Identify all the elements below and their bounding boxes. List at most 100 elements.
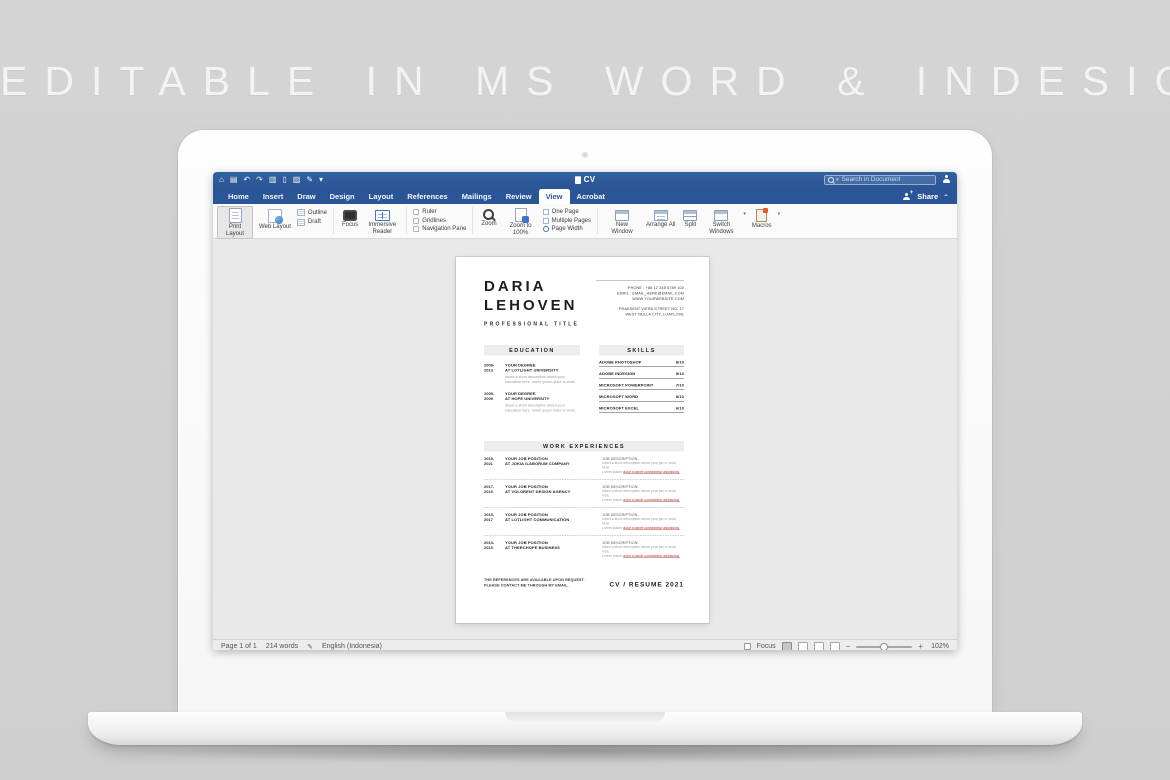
cv-page[interactable]: DARIA LEHOVEN PROFESSIONAL TITLE PHONE :… — [456, 257, 709, 623]
print-icon[interactable]: ▥ — [269, 176, 277, 184]
checkbox-icon — [413, 218, 419, 224]
ruler-checkbox[interactable]: Ruler — [413, 209, 466, 215]
tab-design[interactable]: Design — [323, 189, 362, 204]
ribbon-separator — [472, 207, 473, 234]
redo-icon[interactable]: ↷ — [256, 176, 263, 184]
account-icon[interactable] — [942, 175, 951, 184]
proofing-icon[interactable]: ✎ — [307, 643, 313, 651]
tab-insert[interactable]: Insert — [256, 189, 290, 204]
undo-icon[interactable]: ↶ — [243, 176, 250, 184]
cv-resume-label: CV / RESUME 2021 — [609, 581, 684, 589]
cv-page-content: DARIA LEHOVEN PROFESSIONAL TITLE PHONE :… — [456, 257, 709, 623]
switch-windows-button[interactable]: Switch Windows — [703, 206, 739, 237]
education-item: 2005- 2009 YOUR DEGREE AT HOPE UNIVERSIT… — [484, 392, 580, 413]
page-width-icon — [543, 226, 549, 232]
laptop-base — [88, 712, 1082, 745]
work-list: 2019- 2021 YOUR JOB POSITION AT JOKIA IL… — [484, 452, 684, 564]
search-icon — [828, 177, 833, 182]
focus-button[interactable]: Focus — [340, 206, 360, 230]
language-indicator[interactable]: English (Indonesia) — [322, 643, 382, 650]
cv-contact-block: PHONE : +88 12 345 6789 100 EMAIL : EMAI… — [596, 277, 684, 327]
cv-address-line2: WEST NULLA CITY, LOAFLOVE — [596, 312, 684, 318]
tab-acrobat[interactable]: Acrobat — [570, 189, 612, 204]
view-web-layout-icon[interactable] — [798, 642, 808, 650]
new-window-button[interactable]: New Window — [604, 206, 640, 237]
document-canvas[interactable]: DARIA LEHOVEN PROFESSIONAL TITLE PHONE :… — [213, 239, 957, 639]
zoom-out-button[interactable]: − — [846, 643, 851, 651]
immersive-reader-button[interactable]: Immersive Reader — [364, 206, 400, 237]
draw-icon[interactable]: ✎ — [306, 176, 313, 184]
laptop-lid-notch — [505, 712, 665, 722]
outline-button[interactable]: Outline — [297, 209, 327, 216]
view-outline-icon[interactable] — [814, 642, 824, 650]
tab-home[interactable]: Home — [221, 189, 256, 204]
multiple-pages-button[interactable]: Multiple Pages — [543, 218, 591, 224]
cv-professional-title: PROFESSIONAL TITLE — [484, 322, 579, 328]
page-indicator[interactable]: Page 1 of 1 — [221, 643, 257, 650]
ribbon-separator — [597, 207, 598, 234]
zoom-button[interactable]: Zoom — [479, 206, 498, 229]
draft-button[interactable]: Draft — [297, 219, 327, 226]
save-icon[interactable]: ▤ — [230, 176, 238, 184]
zoom-slider-thumb[interactable] — [880, 643, 888, 651]
tab-mailings[interactable]: Mailings — [455, 189, 499, 204]
more-icon[interactable]: ▾ — [319, 176, 323, 184]
cv-education-section: EDUCATION 2009- 2013 — [484, 345, 580, 413]
preview-icon[interactable]: ▨ — [293, 176, 301, 184]
word-count[interactable]: 214 words — [266, 643, 298, 650]
page-width-button[interactable]: Page Width — [543, 226, 591, 232]
collapse-ribbon-icon[interactable]: ⌃ — [943, 193, 949, 199]
web-layout-icon — [268, 209, 282, 223]
share-button[interactable]: Share — [917, 192, 938, 201]
education-header: EDUCATION — [484, 345, 580, 356]
zoom-icon — [483, 209, 494, 220]
word-titlebar: ⌂ ▤ ↶ ↷ ▥ ▯ ▨ ✎ ▾ CV ▾ — [213, 172, 957, 187]
new-window-icon — [615, 210, 629, 221]
new-doc-icon[interactable]: ▯ — [282, 176, 286, 184]
status-bar: Page 1 of 1 214 words ✎ English (Indones… — [213, 639, 957, 650]
switch-windows-icon — [714, 210, 728, 221]
tab-view[interactable]: View — [539, 189, 570, 204]
work-years: 2017- 2019 — [484, 485, 505, 503]
cv-footer: THE REFERENCES ARE AVAILABLE UPON REQUES… — [484, 577, 684, 588]
tab-draw[interactable]: Draw — [290, 189, 322, 204]
education-detail: YOUR DEGREE AT LOTLIGHT UNIVERSITY Inser… — [505, 363, 580, 384]
gridlines-checkbox[interactable]: Gridlines — [413, 218, 466, 224]
ribbon-view: Print Layout Web Layout Outline Dr — [213, 204, 957, 239]
tab-references[interactable]: References — [400, 189, 454, 204]
document-title-text: CV — [584, 175, 596, 184]
chevron-down-icon: ▾ — [778, 211, 781, 217]
cv-work-section: WORK EXPERIENCES 2019- 2021 — [484, 441, 684, 563]
work-years: 2019- 2021 — [484, 457, 505, 475]
split-button[interactable]: Split — [681, 206, 699, 230]
ribbon-separator — [333, 207, 334, 234]
print-layout-icon — [229, 208, 242, 223]
work-item: 2015- 2017 YOUR JOB POSITION AT LOTLIGHT… — [484, 507, 684, 535]
work-item: 2013- 2015 YOUR JOB POSITION AT THERCHOP… — [484, 535, 684, 563]
navigation-pane-checkbox[interactable]: Navigation Pane — [413, 226, 466, 232]
work-years: 2013- 2015 — [484, 541, 505, 559]
search-placeholder: Search in Document — [842, 176, 901, 183]
checkbox-icon — [413, 209, 419, 215]
tab-layout[interactable]: Layout — [362, 189, 401, 204]
ribbon-tab-strip: Home Insert Draw Design Layout Reference… — [213, 187, 957, 204]
view-print-layout-icon[interactable] — [782, 642, 792, 650]
tab-review[interactable]: Review — [499, 189, 539, 204]
zoom-100-button[interactable]: Zoom to 100% — [503, 206, 539, 238]
zoom-slider[interactable] — [856, 646, 912, 648]
cv-name-line1: DARIA — [484, 277, 579, 296]
arrange-all-button[interactable]: Arrange All — [644, 206, 677, 230]
zoom-percentage[interactable]: 102% — [929, 643, 949, 650]
focus-checkbox[interactable] — [744, 643, 751, 650]
web-layout-button[interactable]: Web Layout — [257, 206, 293, 232]
macros-button[interactable]: Macros — [750, 206, 774, 231]
references-line2: PLEASE CONTACT ME THROUGH MY EMAIL. — [484, 583, 585, 589]
focus-label: Focus — [757, 643, 776, 650]
zoom-in-button[interactable]: + — [918, 643, 923, 651]
print-layout-button[interactable]: Print Layout — [217, 206, 253, 239]
view-draft-icon[interactable] — [830, 642, 840, 650]
work-position-block: YOUR JOB POSITION AT LOTLIGHT COMMUNICAT… — [505, 513, 596, 531]
one-page-button[interactable]: One Page — [543, 209, 591, 215]
home-icon[interactable]: ⌂ — [219, 176, 224, 184]
search-input[interactable]: ▾ Search in Document — [824, 175, 936, 185]
